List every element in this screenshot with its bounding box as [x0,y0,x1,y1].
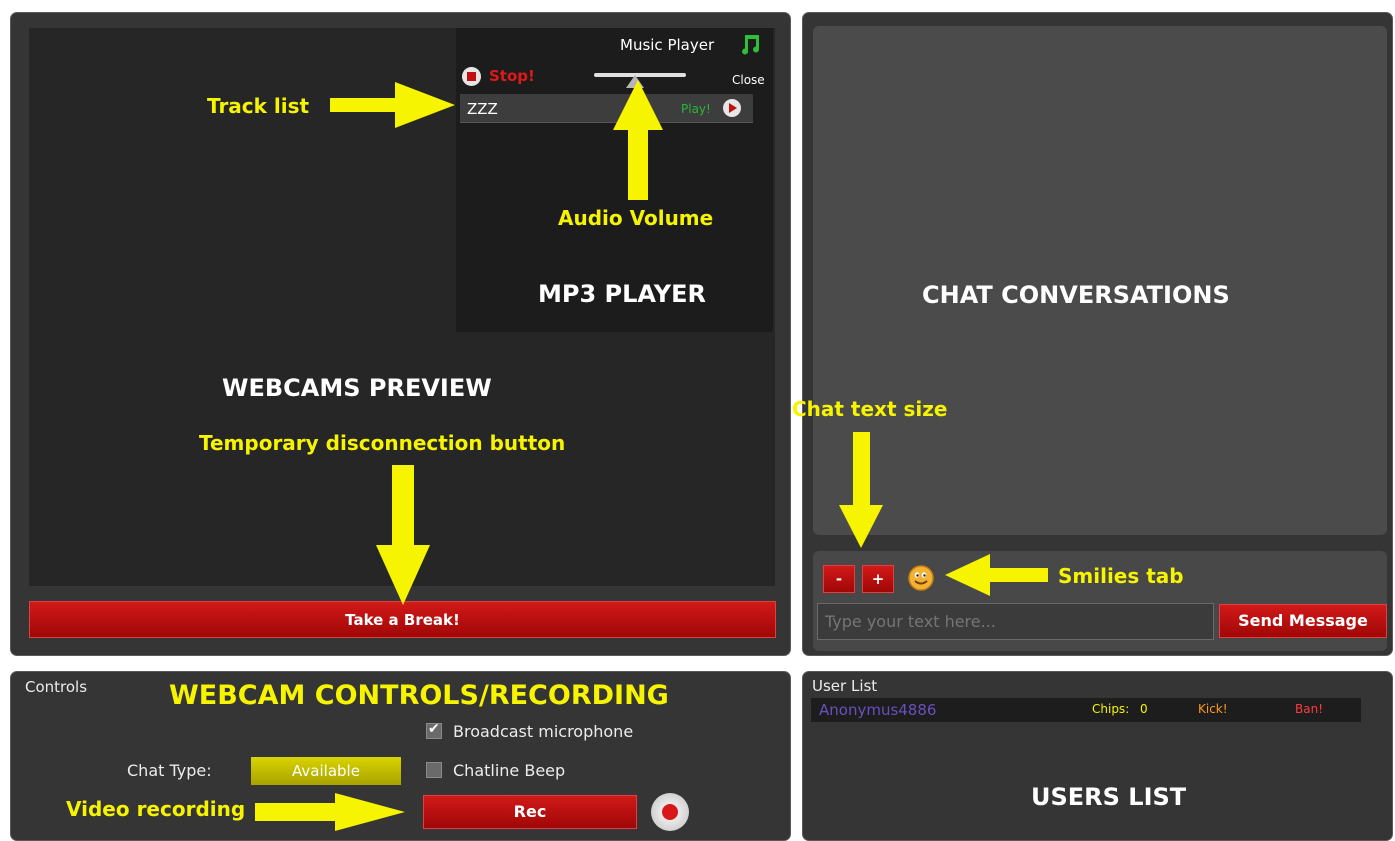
chat-text-size-annotation: Chat text size [792,397,948,421]
audio-volume-annotation: Audio Volume [558,206,714,230]
video-recording-arrow [255,793,405,831]
track-list-annotation: Track list [207,94,310,118]
temp-disconnect-annotation: Temporary disconnection button [199,431,566,455]
temp-disconnect-arrow [376,465,430,605]
audio-volume-arrow [613,80,663,200]
smilies-tab-arrow [945,554,1048,596]
chat-text-size-arrow [839,432,883,548]
annotation-arrows [255,80,1048,831]
video-recording-annotation: Video recording [66,797,246,821]
smilies-tab-annotation: Smilies tab [1058,564,1184,588]
track-list-arrow [330,82,455,128]
